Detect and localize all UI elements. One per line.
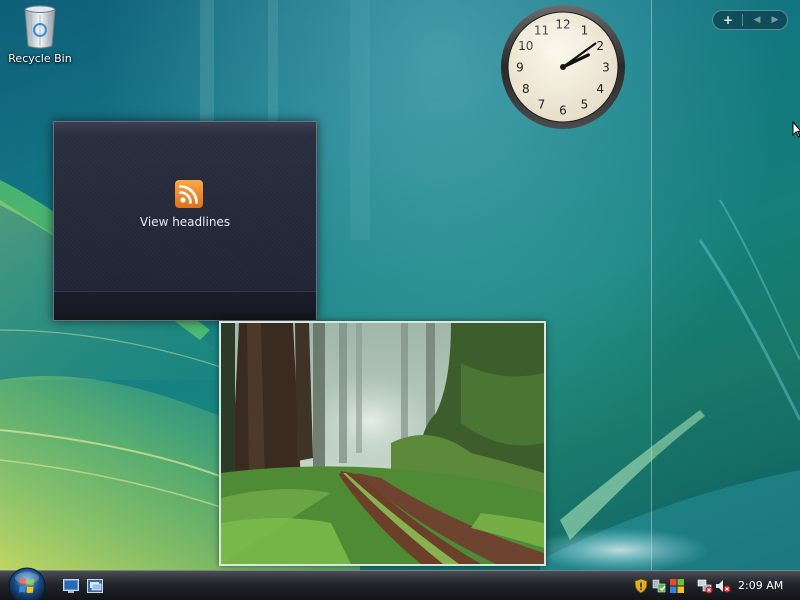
clock-numeral: 4 <box>596 82 604 96</box>
clock-glass-highlight <box>518 22 586 54</box>
windows-start-orb-icon[interactable] <box>8 567 46 600</box>
clock-numeral: 6 <box>559 104 567 118</box>
clock-numeral: 2 <box>596 39 604 53</box>
sidebar-divider <box>742 14 743 26</box>
feed-gadget-footer <box>54 291 316 320</box>
clock-numeral: 7 <box>538 98 546 112</box>
clock-center-pin <box>560 64 566 70</box>
show-desktop-icon[interactable] <box>63 579 79 593</box>
forest-path-photo <box>221 323 544 564</box>
desktop[interactable]: Recycle Bin + ◀ ▶ 12 1 2 3 4 5 6 7 8 9 10 11 <box>0 0 800 600</box>
taskbar: 2:09 AM <box>0 567 800 600</box>
rss-feed-icon[interactable] <box>175 180 203 208</box>
taskbar-clock[interactable]: 2:09 AM <box>738 579 783 592</box>
chevron-left-icon[interactable]: ◀ <box>749 12 765 28</box>
network-icon[interactable] <box>697 578 713 594</box>
feed-headlines-gadget[interactable]: View headlines <box>53 121 317 321</box>
mouse-cursor-icon <box>792 121 800 138</box>
recycle-bin-label: Recycle Bin <box>8 52 72 65</box>
clock-numeral: 8 <box>522 82 530 96</box>
switch-windows-icon[interactable] <box>87 579 103 593</box>
notification-area: 2:09 AM <box>628 571 800 600</box>
clock-numeral: 9 <box>516 61 524 75</box>
recycle-bin-icon <box>24 5 56 49</box>
add-gadget-button[interactable]: + <box>717 12 739 28</box>
clock-numeral: 5 <box>581 98 589 112</box>
security-shield-icon[interactable] <box>633 578 649 594</box>
sidebar: + ◀ ▶ <box>651 0 800 570</box>
sidebar-controls: + ◀ ▶ <box>712 10 788 30</box>
chevron-right-icon[interactable]: ▶ <box>767 12 783 28</box>
feed-gadget-header <box>54 122 316 136</box>
recycle-bin[interactable]: Recycle Bin <box>6 4 74 65</box>
slideshow-gadget[interactable] <box>219 321 546 566</box>
sync-icon[interactable] <box>652 578 668 594</box>
view-headlines-link[interactable]: View headlines <box>54 215 316 229</box>
clock-numeral: 3 <box>602 61 610 75</box>
clock-gadget[interactable]: 12 1234567891011 <box>500 4 626 130</box>
windows-flag-icon[interactable] <box>669 578 685 594</box>
volume-muted-icon[interactable] <box>715 578 731 594</box>
